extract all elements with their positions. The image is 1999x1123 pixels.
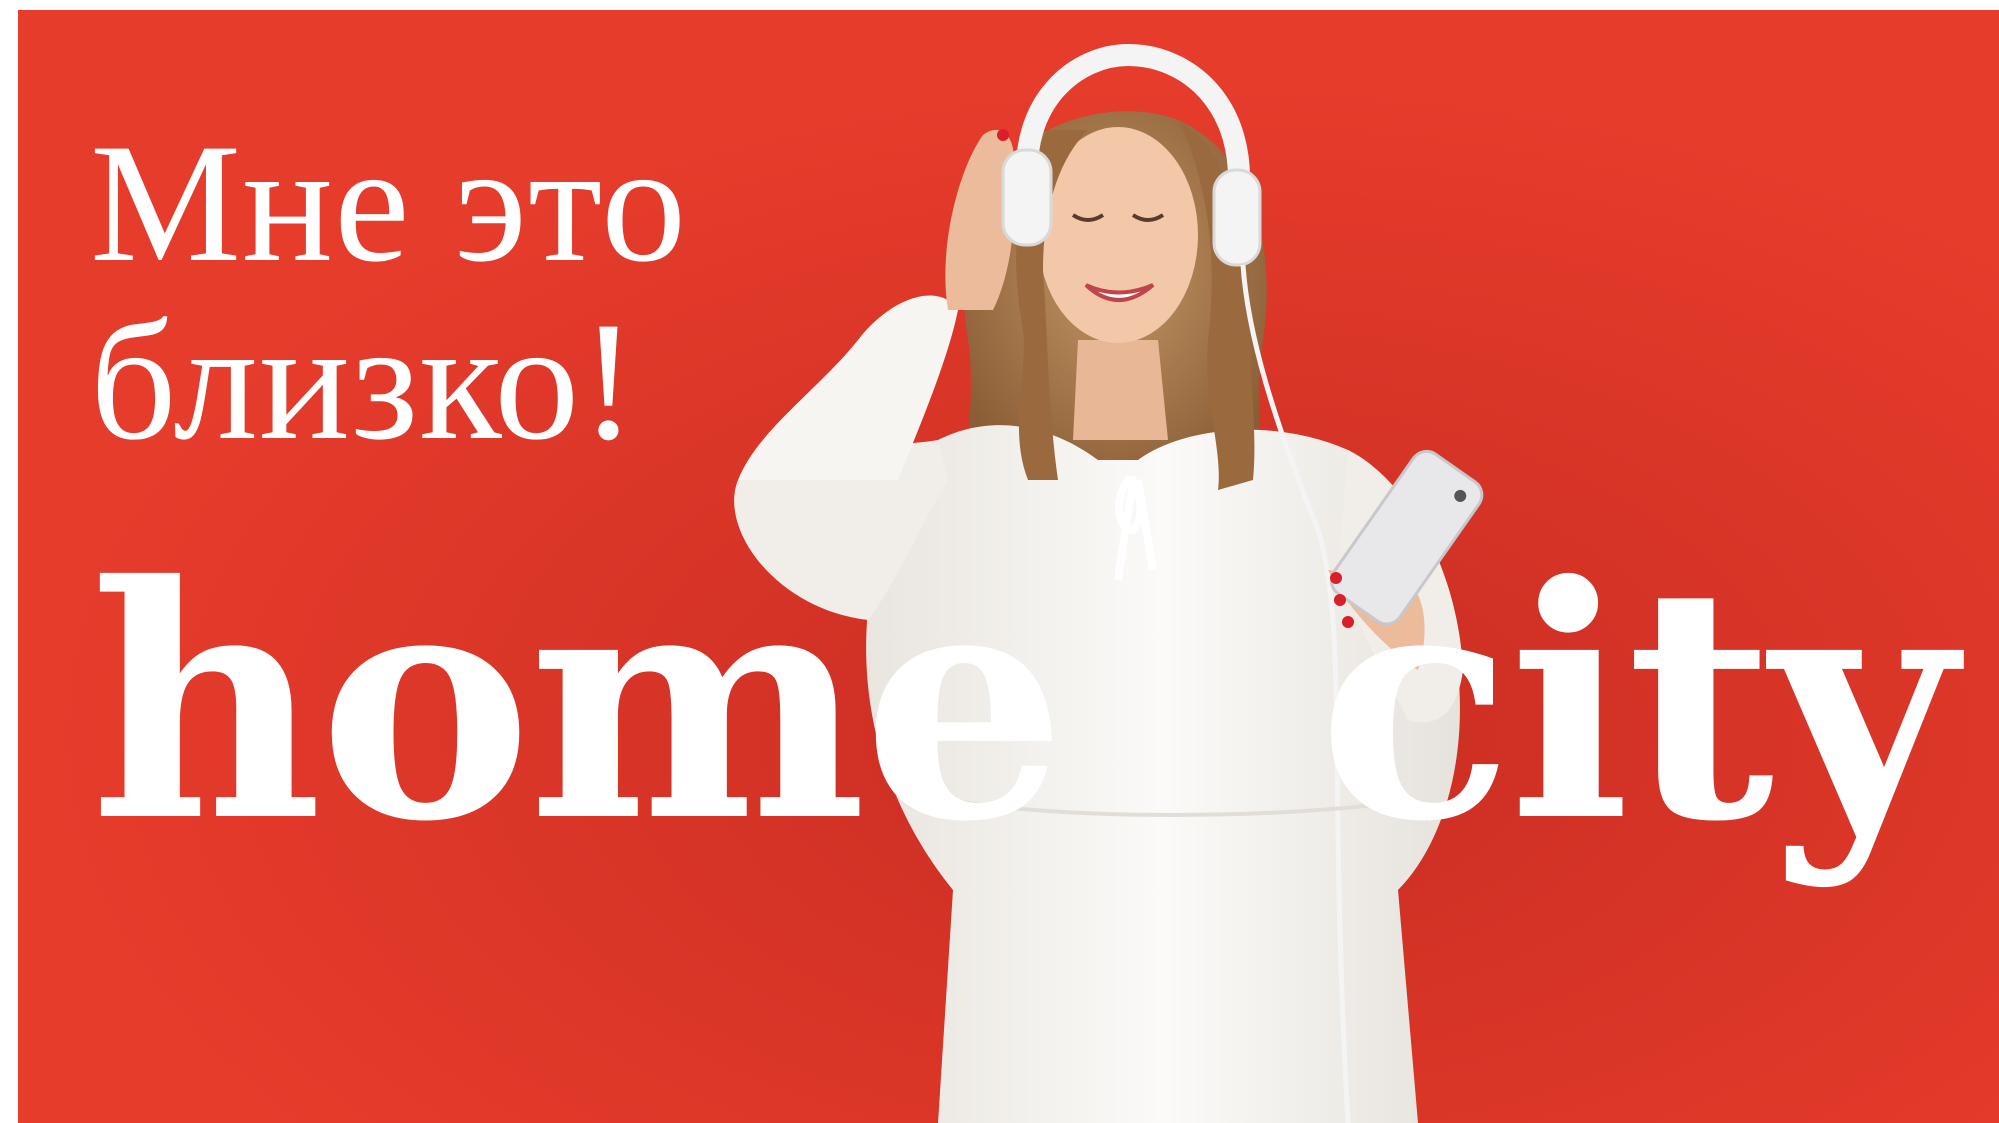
banner: Мне это близко! home city — [18, 10, 1999, 1123]
brand-logo-home: home — [90, 517, 1066, 892]
headline-line-2: близко! — [90, 287, 638, 475]
headline-line-1: Мне это — [90, 109, 688, 297]
headline: Мне это близко! — [90, 114, 687, 470]
brand-logo-city: city — [1318, 517, 1956, 892]
